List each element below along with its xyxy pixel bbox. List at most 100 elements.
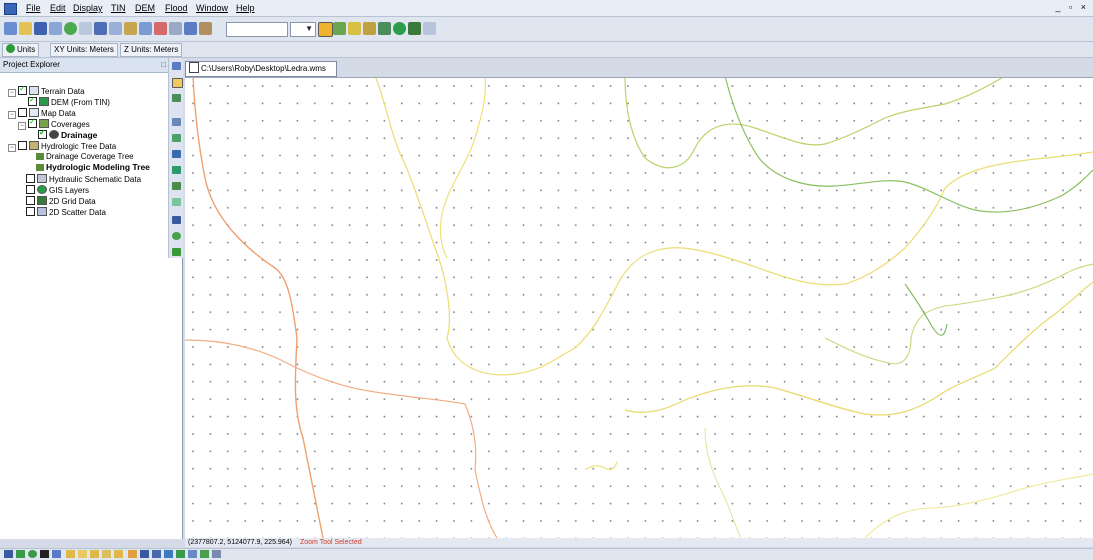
checkbox[interactable]	[26, 185, 35, 194]
select-node-icon[interactable]	[172, 118, 181, 126]
tree-map-data[interactable]: − Map Data	[8, 108, 76, 119]
tree-hydrologic-tree-data[interactable]: − Hydrologic Tree Data	[8, 141, 116, 152]
trash-icon[interactable]	[199, 22, 212, 35]
triangle-tool-icon[interactable]	[172, 198, 181, 206]
basin-tool-icon[interactable]	[172, 216, 181, 224]
save-icon[interactable]	[34, 22, 47, 35]
checkbox[interactable]	[38, 128, 47, 139]
line-tool-icon[interactable]	[4, 550, 13, 558]
module-tin-icon[interactable]	[318, 22, 333, 37]
window-controls[interactable]: _ ▫ ×	[1056, 2, 1089, 12]
oval-tool-icon[interactable]	[28, 550, 37, 558]
module-grid-icon[interactable]	[408, 22, 421, 35]
attribute-tool-icon[interactable]	[164, 550, 173, 558]
tree-dem[interactable]: DEM (From TIN)	[28, 95, 110, 107]
vertex-tool-icon[interactable]	[128, 550, 137, 558]
edit-tool-icon[interactable]	[78, 550, 87, 558]
select-all-icon[interactable]	[114, 550, 123, 558]
module-dem-icon[interactable]	[333, 22, 346, 35]
menu-dem[interactable]: DEM	[135, 3, 155, 13]
map-canvas[interactable]	[185, 77, 1093, 538]
tree-drainage[interactable]: Drainage	[38, 128, 97, 140]
tab-units[interactable]: Units	[2, 43, 40, 57]
tab-z-units[interactable]: Z Units: Meters	[120, 43, 183, 57]
grid-tool-icon[interactable]	[140, 550, 149, 558]
pan-icon[interactable]	[79, 22, 92, 35]
menu-file[interactable]: File	[26, 3, 41, 13]
zoom-tool-icon[interactable]	[172, 78, 183, 88]
arrow-tool-icon[interactable]	[176, 550, 185, 558]
move-tool-icon[interactable]	[90, 550, 99, 558]
view-icon[interactable]	[139, 22, 152, 35]
refresh-icon[interactable]	[64, 22, 77, 35]
tree-terrain-data[interactable]: −Terrain Data	[8, 84, 85, 97]
frame-tool-icon[interactable]	[172, 248, 181, 256]
checkbox[interactable]	[28, 95, 37, 106]
app-icon[interactable]	[4, 3, 17, 15]
menu-help[interactable]: Help	[236, 3, 255, 13]
menu-tin[interactable]: TIN	[111, 3, 126, 13]
pin-icon[interactable]: □	[161, 58, 166, 72]
layer-tool-icon[interactable]	[212, 550, 221, 558]
select-polygon-icon[interactable]	[172, 182, 181, 190]
menu-display[interactable]: Display	[73, 3, 103, 13]
info-icon[interactable]	[169, 22, 182, 35]
checkbox[interactable]	[26, 174, 35, 183]
print-icon[interactable]	[49, 22, 62, 35]
tree-2d-scatter[interactable]: 2D Scatter Data	[26, 207, 106, 217]
collapse-icon[interactable]: −	[8, 89, 16, 97]
create-arc-icon[interactable]	[172, 166, 181, 174]
outlet-tool-icon[interactable]	[172, 232, 181, 240]
plot-icon[interactable]	[154, 22, 167, 35]
tree-2d-grid[interactable]: 2D Grid Data	[26, 196, 96, 206]
checkbox[interactable]	[18, 141, 27, 150]
map-folder-icon	[29, 108, 39, 117]
tree-hydraulic-schematic[interactable]: Hydraulic Schematic Data	[26, 174, 141, 184]
rectangle-tool-icon[interactable]	[16, 550, 25, 558]
module-hydro-icon[interactable]	[363, 22, 376, 35]
collapse-icon[interactable]: −	[8, 111, 16, 119]
module-scatter-icon[interactable]	[423, 22, 436, 35]
checkbox[interactable]	[26, 207, 35, 216]
combo-right[interactable]: ▼	[290, 22, 316, 37]
combo-left[interactable]	[226, 22, 288, 37]
open-icon[interactable]	[19, 22, 32, 35]
checkbox[interactable]	[18, 84, 27, 95]
pointer-tool-icon[interactable]	[102, 550, 111, 558]
collapse-icon[interactable]: −	[8, 144, 16, 152]
create-node-icon[interactable]	[172, 134, 181, 142]
checkbox[interactable]	[18, 108, 27, 117]
module-gis-icon[interactable]	[393, 22, 406, 35]
checkbox[interactable]	[28, 117, 37, 128]
settings-icon[interactable]	[184, 22, 197, 35]
tree-gis-layers[interactable]: GIS Layers	[26, 185, 89, 195]
globe-icon	[6, 44, 15, 53]
light-icon[interactable]	[124, 22, 137, 35]
frame-icon[interactable]	[94, 22, 107, 35]
color-tool-icon[interactable]	[200, 550, 209, 558]
tree-coverages[interactable]: −Coverages	[18, 117, 90, 130]
tree-drainage-coverage-tree[interactable]: Drainage Coverage Tree	[36, 152, 134, 161]
new-icon[interactable]	[4, 22, 17, 35]
module-tree-icon[interactable]	[378, 22, 391, 35]
select-arc-icon[interactable]	[172, 150, 181, 158]
menu-window[interactable]: Window	[196, 3, 228, 13]
checkbox[interactable]	[26, 196, 35, 205]
collapse-icon[interactable]: −	[18, 122, 26, 130]
menu-edit[interactable]: Edit	[50, 3, 66, 13]
cursor-tool-icon[interactable]	[66, 550, 75, 558]
image-tool-icon[interactable]	[52, 550, 61, 558]
menu-flood[interactable]: Flood	[165, 3, 188, 13]
merge-tool-icon[interactable]	[188, 550, 197, 558]
module-map-icon[interactable]	[348, 22, 361, 35]
tree-icon	[36, 164, 44, 171]
hand-tool-icon[interactable]	[172, 94, 181, 102]
cursor-coordinates: (2377807.2, 5124077.9, 225.964)	[188, 539, 292, 546]
text-tool-icon[interactable]	[40, 550, 49, 558]
tree-hydrologic-modeling-tree[interactable]: Hydrologic Modeling Tree	[36, 163, 150, 172]
tab-xy-units[interactable]: XY Units: Meters	[50, 43, 118, 57]
rotate-icon[interactable]	[109, 22, 122, 35]
document-path[interactable]: C:\Users\Roby\Desktop\Ledra.wms	[185, 61, 337, 77]
select-tool-icon[interactable]	[172, 62, 181, 70]
filter-tool-icon[interactable]	[152, 550, 161, 558]
